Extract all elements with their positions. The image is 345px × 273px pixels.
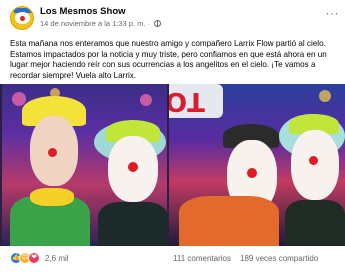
stage-sign: TONO	[169, 84, 223, 118]
facebook-post: Los Mesmos Show 14 de noviembre a la 1:3…	[0, 0, 345, 273]
clown-4-nose	[309, 156, 318, 165]
post-meta: 14 de noviembre a la 1:33 p. m. ·	[40, 19, 162, 28]
page-name-link[interactable]: Los Mesmos Show	[40, 6, 126, 17]
globe-icon	[154, 20, 162, 27]
meta-separator: ·	[147, 19, 151, 28]
post-header: Los Mesmos Show 14 de noviembre a la 1:3…	[6, 6, 339, 32]
clown-2-nose	[128, 162, 138, 172]
post-photo[interactable]: TONO	[0, 84, 345, 246]
photo-right-panel: TONO	[169, 84, 345, 246]
clown-4-face	[291, 130, 339, 200]
page-avatar[interactable]	[10, 6, 34, 30]
clown-4-body	[285, 200, 345, 246]
clown-3-nose	[247, 168, 257, 178]
post-footer: 👍 ☹ ❤ 2,6 mil 111 comentarios 189 veces …	[0, 249, 345, 273]
clown-2-body	[98, 202, 167, 246]
stage-light	[319, 90, 331, 102]
post-text: Esta mañana nos enteramos que nuestro am…	[10, 39, 327, 80]
more-options-button[interactable]: ···	[326, 7, 340, 19]
clown-1-nose	[48, 148, 57, 157]
reaction-count[interactable]: 2,6 mil	[45, 254, 69, 263]
clown-1-collar	[30, 188, 74, 206]
photo-left-panel	[2, 84, 167, 246]
avatar-nose	[20, 16, 25, 21]
shares-count-link[interactable]: 189 veces compartido	[240, 254, 318, 263]
love-icon: ❤	[28, 252, 40, 264]
stage-light	[140, 94, 152, 106]
clown-3-body	[179, 196, 279, 246]
post-date-link[interactable]: 14 de noviembre a la 1:33 p. m.	[40, 19, 145, 28]
comments-count-link[interactable]: 111 comentarios	[173, 254, 231, 263]
